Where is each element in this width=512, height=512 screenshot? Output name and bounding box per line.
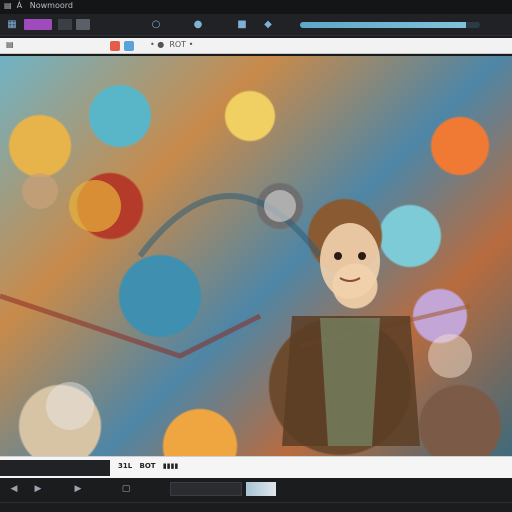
window-title: ▤ Á Nowmoord: [4, 1, 73, 10]
progress-bar: [300, 22, 480, 28]
tab-icons: [110, 41, 134, 51]
breadcrumb: • ● ROT •: [150, 40, 199, 49]
status-text: 31L BOT ▮▮▮▮: [118, 462, 179, 470]
progress-fill: [300, 22, 466, 28]
artwork-canvas[interactable]: [0, 56, 512, 456]
bottom-toolbar: ◀ ▶ ▶ ▢: [0, 478, 512, 512]
image-editor-window: ▤ Á Nowmoord ▦ ○ ● ■ ◆ ▤ • ● ROT • 31L B…: [0, 0, 512, 512]
tab-label[interactable]: ▤: [6, 40, 24, 49]
frame-icon[interactable]: ▢: [118, 483, 134, 495]
timeline-thumbnail[interactable]: [246, 482, 276, 496]
forward-icon[interactable]: ▶: [70, 483, 86, 495]
image-icon[interactable]: [110, 41, 120, 51]
main-toolbar: ▦ ○ ● ■ ◆: [0, 14, 512, 36]
status-bar: 31L BOT ▮▮▮▮: [0, 456, 512, 478]
filter-icon[interactable]: ■: [236, 18, 248, 31]
bottom-divider: [0, 502, 512, 503]
layer-icon[interactable]: [124, 41, 134, 51]
timeline-field[interactable]: [170, 482, 242, 496]
brush-icon[interactable]: ○: [150, 18, 162, 31]
play-icon[interactable]: ▶: [30, 483, 46, 495]
toolbar-swatch-3[interactable]: [76, 19, 90, 30]
settings-icon[interactable]: ◆: [262, 18, 274, 31]
toolbar-swatch-2[interactable]: [58, 19, 72, 30]
mode-icon[interactable]: ▦: [6, 18, 18, 31]
layers-icon[interactable]: ●: [192, 18, 204, 31]
toolbar-swatch-1[interactable]: [24, 19, 52, 30]
tab-bar: ▤ • ● ROT •: [0, 38, 512, 54]
artwork-collage: [0, 173, 472, 446]
status-dark-panel: [0, 460, 110, 476]
title-bar: ▤ Á Nowmoord: [0, 0, 512, 14]
back-icon[interactable]: ◀: [6, 483, 22, 495]
